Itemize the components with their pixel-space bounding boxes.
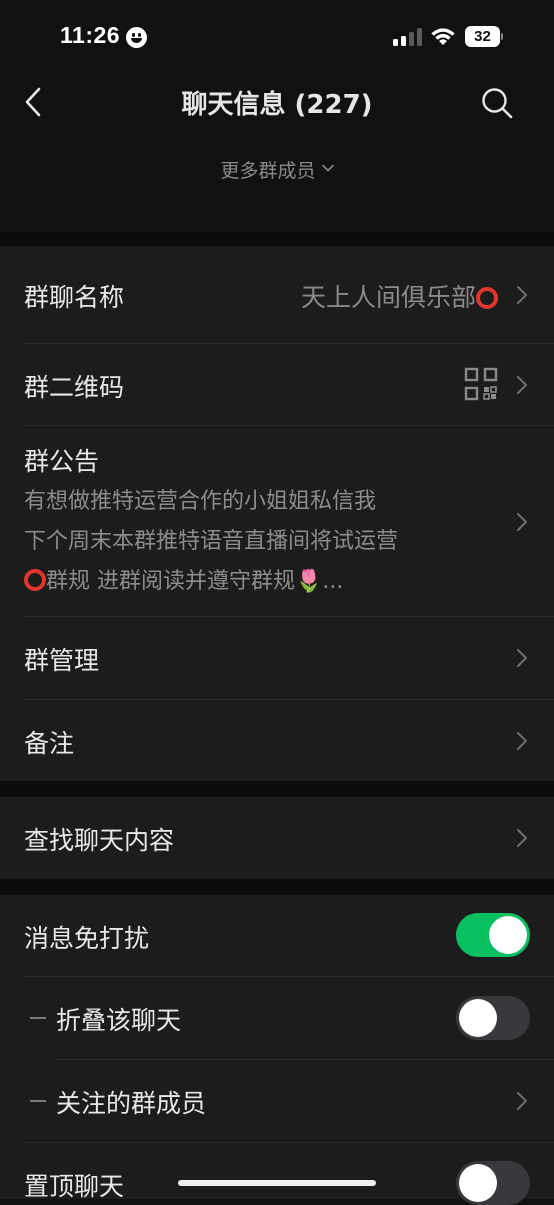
section-gap: [0, 879, 554, 895]
search-icon[interactable]: [480, 86, 514, 120]
group-announcement-label: 群公告: [24, 447, 100, 476]
pin-chat-label: 置顶聊天: [24, 1172, 125, 1201]
chat-settings-section: 消息免打扰 折叠该聊天 关注的群成员 置顶聊天: [0, 895, 554, 1205]
smile-icon: [126, 27, 147, 48]
battery-level: 32: [465, 26, 500, 47]
remark-label: 备注: [24, 729, 75, 758]
chevron-right-icon: [517, 1092, 527, 1110]
announcement-line-2: 下个周末本群推特语音直播间将试运营: [24, 529, 399, 554]
group-name-row[interactable]: 群聊名称 天上人间俱乐部: [0, 246, 554, 343]
dash-icon: [30, 1017, 46, 1019]
red-circle-icon: [24, 569, 46, 591]
fold-chat-label: 折叠该聊天: [56, 1006, 182, 1035]
group-manage-row[interactable]: 群管理: [0, 617, 554, 699]
chevron-right-icon: [517, 286, 527, 304]
group-announcement-row[interactable]: 群公告 有想做推特运营合作的小姐姐私信我 下个周末本群推特语音直播间将试运营 群…: [0, 426, 554, 616]
fold-chat-row: 折叠该聊天: [0, 977, 554, 1059]
announcement-line-1: 有想做推特运营合作的小姐姐私信我: [24, 489, 377, 514]
section-gap: [0, 232, 554, 246]
dash-icon: [30, 1100, 46, 1102]
red-circle-icon: [476, 287, 498, 309]
search-chat-section: 查找聊天内容: [0, 797, 554, 879]
fold-chat-toggle[interactable]: [456, 996, 530, 1040]
group-manage-label: 群管理: [24, 646, 100, 675]
back-icon[interactable]: [22, 86, 46, 118]
battery-icon: 32: [465, 26, 503, 47]
nav-bar: 聊天信息 (227): [0, 70, 554, 134]
status-time: 11:26: [60, 22, 121, 48]
pin-chat-toggle[interactable]: [456, 1161, 530, 1205]
chevron-right-icon: [517, 732, 527, 750]
followed-members-row[interactable]: 关注的群成员: [0, 1060, 554, 1142]
mute-toggle[interactable]: [456, 913, 530, 957]
more-members-link[interactable]: 更多群成员: [0, 156, 554, 183]
chevron-right-icon: [517, 649, 527, 667]
qr-code-icon: [464, 367, 498, 401]
signal-icon: [393, 28, 423, 46]
group-qr-label: 群二维码: [24, 373, 125, 402]
group-info-section: 群聊名称 天上人间俱乐部 群二维码 群公告 有想做推特运营合作的小姐姐私信我 下…: [0, 246, 554, 781]
mute-row: 消息免打扰: [0, 895, 554, 976]
section-gap: [0, 781, 554, 797]
page-title: 聊天信息 (227): [181, 90, 373, 120]
chevron-right-icon: [517, 376, 527, 394]
chevron-right-icon: [517, 513, 527, 531]
search-chat-row[interactable]: 查找聊天内容: [0, 797, 554, 879]
more-members-label: 更多群成员: [220, 160, 316, 182]
search-chat-label: 查找聊天内容: [24, 826, 175, 855]
home-indicator[interactable]: [178, 1180, 376, 1186]
group-name-value: 天上人间俱乐部: [301, 278, 498, 314]
group-name-label: 群聊名称: [24, 283, 125, 312]
chevron-down-icon: [321, 164, 334, 172]
pin-chat-row: 置顶聊天: [0, 1143, 554, 1205]
announcement-line-3: 群规 进群阅读并遵守群规🌷...: [24, 562, 343, 602]
mute-label: 消息免打扰: [24, 924, 150, 953]
status-bar: 11:26 32: [0, 0, 554, 70]
remark-row[interactable]: 备注: [0, 700, 554, 781]
chevron-right-icon: [517, 829, 527, 847]
group-qr-row[interactable]: 群二维码: [0, 344, 554, 425]
wifi-icon: [431, 28, 455, 45]
followed-members-label: 关注的群成员: [56, 1089, 207, 1118]
